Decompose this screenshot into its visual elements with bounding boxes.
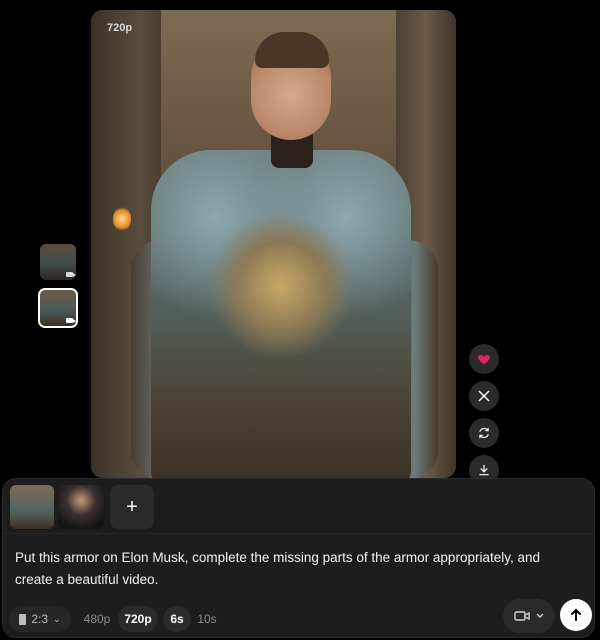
divider [3, 533, 594, 534]
arrow-up-icon [571, 608, 581, 621]
generation-mode-select[interactable] [503, 599, 555, 633]
chevron-down-icon: ⌄ [53, 613, 61, 624]
remix-button[interactable] [469, 418, 499, 448]
attachment-thumbnail-person[interactable] [58, 485, 104, 529]
resolution-option-720p[interactable]: 720p [118, 606, 158, 632]
resolution-badge: 720p [107, 22, 133, 34]
video-camera-icon [66, 318, 76, 323]
attachment-thumbnail-armor[interactable] [10, 485, 54, 529]
portrait-ratio-icon [19, 613, 27, 625]
prompt-composer: + Put this armor on Elon Musk, complete … [2, 478, 595, 638]
duration-option-6s[interactable]: 6s [163, 606, 191, 632]
side-thumbnail[interactable] [40, 244, 76, 280]
add-attachment-button[interactable]: + [110, 485, 154, 529]
chevron-down-icon [536, 613, 544, 618]
heart-icon [478, 354, 490, 365]
like-button[interactable] [469, 344, 499, 374]
prompt-input[interactable]: Put this armor on Elon Musk, complete th… [15, 547, 575, 591]
submit-button[interactable] [560, 599, 592, 631]
download-icon [479, 464, 489, 476]
figure-hair [255, 32, 329, 68]
side-thumbnail-selected[interactable] [38, 288, 78, 328]
resolution-option-480p[interactable]: 480p [79, 606, 115, 632]
video-camera-icon [514, 611, 530, 621]
refresh-icon [479, 427, 489, 439]
aspect-ratio-value: 2:3 [31, 612, 49, 626]
video-preview[interactable]: 720p [91, 10, 456, 478]
video-camera-icon [66, 272, 76, 277]
share-x-button[interactable] [469, 381, 499, 411]
torch-light [113, 206, 131, 232]
armor-body [151, 150, 411, 478]
aspect-ratio-select[interactable]: 2:3 ⌄ [9, 606, 71, 632]
duration-option-10s[interactable]: 10s [194, 606, 220, 632]
x-logo-icon [478, 390, 490, 402]
